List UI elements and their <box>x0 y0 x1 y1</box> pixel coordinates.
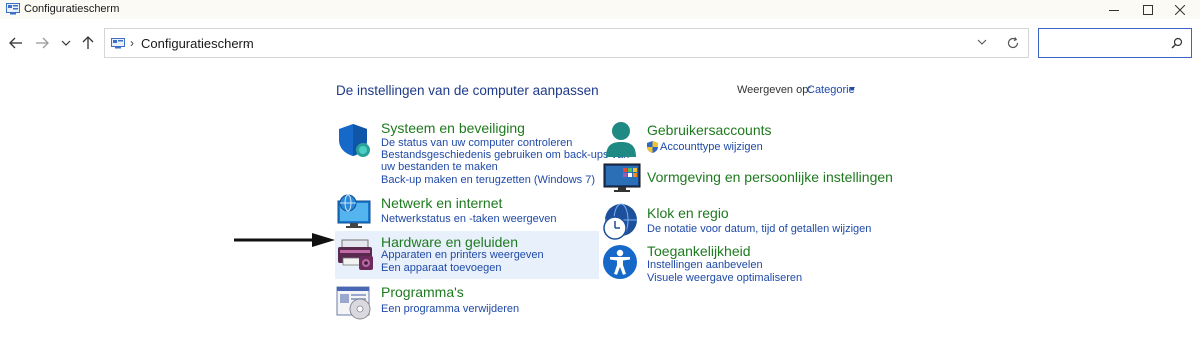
category-title[interactable]: Hardware en geluiden <box>381 234 518 250</box>
accessibility-icon[interactable] <box>602 244 638 280</box>
category-title[interactable]: Toegankelijkheid <box>647 243 751 259</box>
view-by-dropdown[interactable]: Categorie <box>807 84 855 96</box>
arrow-right-icon <box>36 37 49 49</box>
title-bar: Configuratiescherm <box>0 0 1200 19</box>
refresh-icon[interactable] <box>1006 36 1020 50</box>
minimize-icon <box>1109 9 1119 11</box>
breadcrumb-separator-icon[interactable]: › <box>130 36 134 50</box>
page-title: De instellingen van de computer aanpasse… <box>336 83 599 98</box>
up-button[interactable] <box>78 33 98 53</box>
chevron-down-icon[interactable] <box>977 38 987 46</box>
caret-down-icon[interactable] <box>849 87 855 91</box>
category-title[interactable]: Programma's <box>381 284 464 300</box>
link-network-status[interactable]: Netwerkstatus en -taken weergeven <box>381 213 556 225</box>
recent-locations-button[interactable] <box>56 33 76 53</box>
close-button[interactable] <box>1158 0 1200 19</box>
printer-icon[interactable] <box>337 238 375 272</box>
address-bar[interactable]: › Configuratiescherm › <box>104 28 1029 58</box>
clock-globe-icon[interactable] <box>601 203 639 241</box>
maximize-icon <box>1143 4 1153 15</box>
link-change-account-type[interactable]: Accounttype wijzigen <box>660 141 763 153</box>
breadcrumb-separator-icon[interactable]: › <box>246 36 250 50</box>
search-input[interactable] <box>1043 34 1163 52</box>
breadcrumb-control-panel[interactable]: Configuratiescherm <box>141 36 254 51</box>
link-uninstall-program[interactable]: Een programma verwijderen <box>381 303 519 315</box>
monitor-icon[interactable] <box>603 163 641 193</box>
category-title[interactable]: Netwerk en internet <box>381 195 502 211</box>
link-check-status[interactable]: De status van uw computer controleren <box>381 137 572 149</box>
arrow-left-icon <box>9 37 22 49</box>
uac-shield-icon <box>647 141 658 153</box>
search-icon[interactable] <box>1171 37 1183 49</box>
category-title[interactable]: Vormgeving en persoonlijke instellingen <box>647 169 893 185</box>
programs-icon[interactable] <box>336 286 374 320</box>
back-button[interactable] <box>6 33 26 53</box>
category-title[interactable]: Gebruikersaccounts <box>647 122 772 138</box>
link-devices-printers[interactable]: Apparaten en printers weergeven <box>381 249 544 261</box>
link-recommended-settings[interactable]: Instellingen aanbevelen <box>647 259 763 271</box>
link-backup-restore[interactable]: Back-up maken en terugzetten (Windows 7) <box>381 174 595 186</box>
link-optimize-visual-display[interactable]: Visuele weergave optimaliseren <box>647 272 802 284</box>
link-file-history-cont[interactable]: uw bestanden te maken <box>381 161 498 173</box>
arrow-up-icon <box>82 36 94 49</box>
shield-icon[interactable] <box>337 122 373 158</box>
category-title[interactable]: Systeem en beveiliging <box>381 120 525 136</box>
user-icon[interactable] <box>604 121 638 159</box>
category-title[interactable]: Klok en regio <box>647 205 729 221</box>
control-panel-icon <box>111 38 125 49</box>
link-file-history[interactable]: Bestandsgeschiedenis gebruiken om back-u… <box>381 149 629 161</box>
view-by-label: Weergeven op: <box>737 84 812 96</box>
chevron-down-icon <box>61 40 71 46</box>
link-date-time-format[interactable]: De notatie voor datum, tijd of getallen … <box>647 223 871 235</box>
control-panel-icon <box>6 3 20 15</box>
close-icon <box>1175 4 1185 15</box>
window-title: Configuratiescherm <box>24 3 120 15</box>
globe-monitor-icon[interactable] <box>336 193 374 229</box>
forward-button[interactable] <box>32 33 52 53</box>
link-add-device[interactable]: Een apparaat toevoegen <box>381 262 502 274</box>
pointer-arrow-icon <box>234 233 335 247</box>
search-box[interactable] <box>1038 28 1192 58</box>
